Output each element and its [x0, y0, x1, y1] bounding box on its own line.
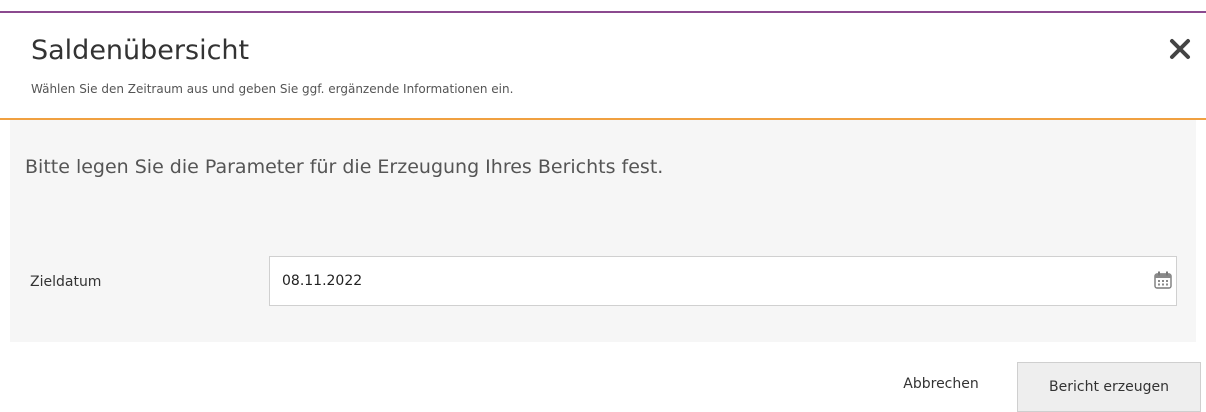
- calendar-icon[interactable]: [1153, 270, 1173, 290]
- cancel-button[interactable]: Abbrechen: [880, 364, 1002, 404]
- dialog-subtitle: Wählen Sie den Zeitraum aus und geben Si…: [31, 82, 514, 96]
- dialog-header: Saldenübersicht Wählen Sie den Zeitraum …: [0, 13, 1206, 118]
- target-date-input[interactable]: [282, 257, 1082, 305]
- report-dialog: Saldenübersicht Wählen Sie den Zeitraum …: [0, 0, 1206, 412]
- target-date-label: Zieldatum: [30, 274, 102, 290]
- dialog-footer: Abbrechen Bericht erzeugen: [0, 342, 1206, 412]
- target-date-field[interactable]: [269, 256, 1177, 306]
- close-icon[interactable]: [1166, 35, 1194, 63]
- generate-report-button[interactable]: Bericht erzeugen: [1017, 362, 1201, 412]
- dialog-title: Saldenübersicht: [31, 35, 250, 66]
- form-instruction: Bitte legen Sie die Parameter für die Er…: [25, 156, 664, 178]
- form-panel: Bitte legen Sie die Parameter für die Er…: [10, 120, 1196, 342]
